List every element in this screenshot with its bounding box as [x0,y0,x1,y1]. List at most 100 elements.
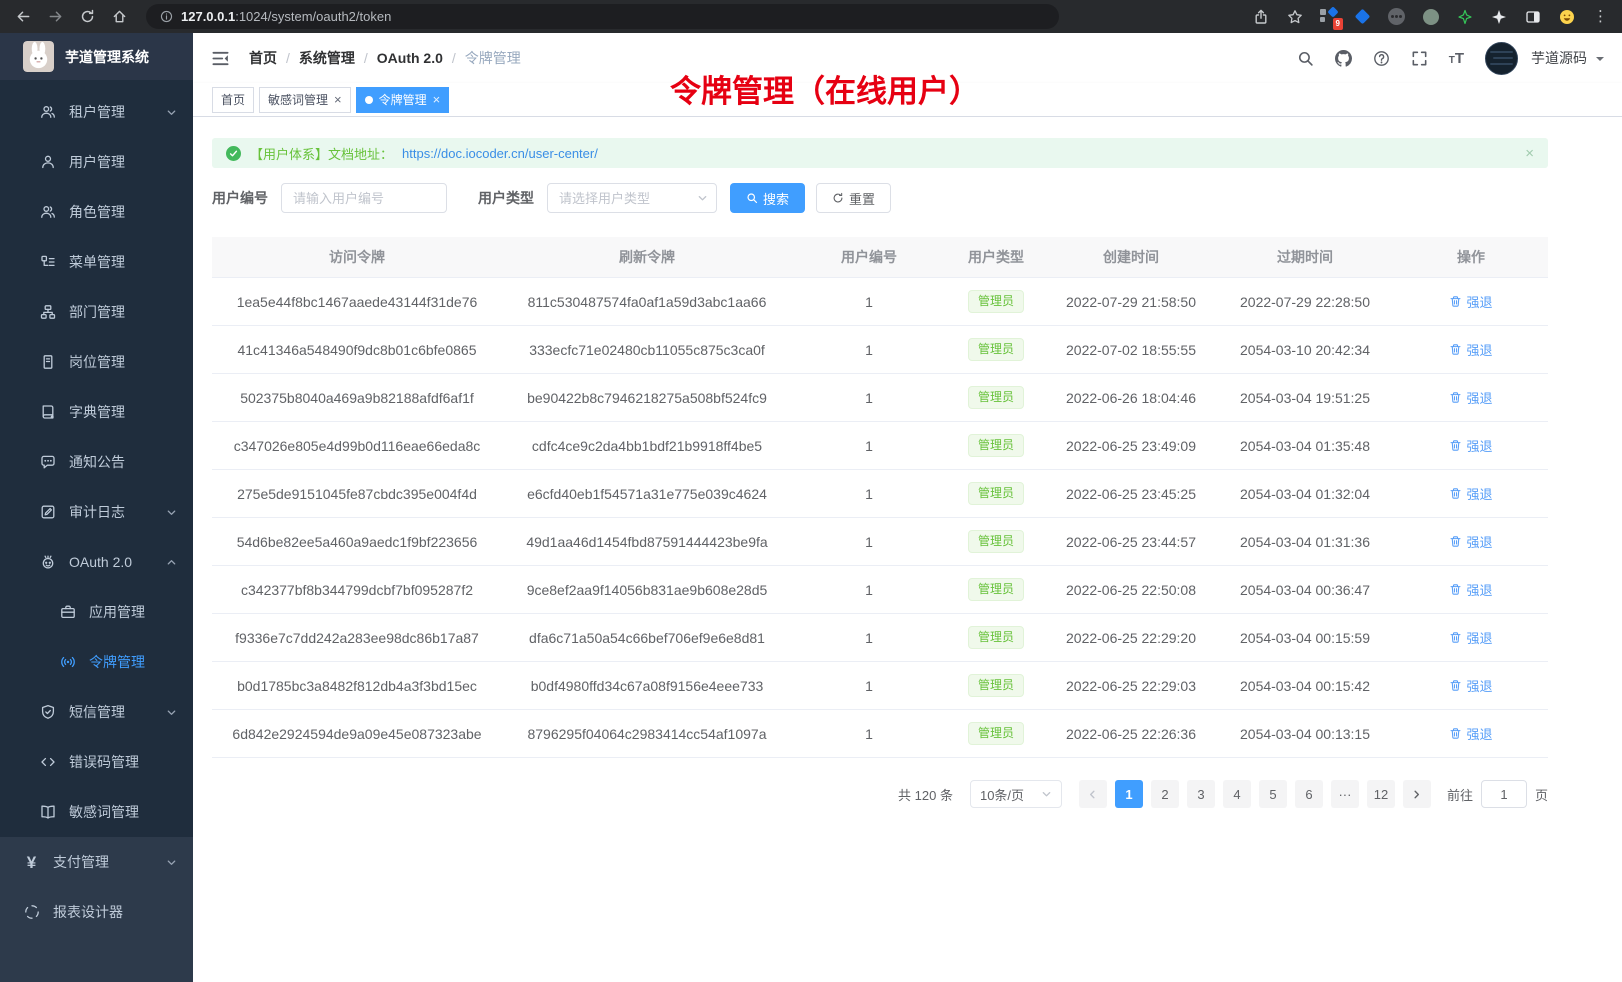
back-icon[interactable] [10,5,36,29]
roles-icon [39,204,56,221]
sidebar-item-敏感词管理[interactable]: 敏感词管理 [0,787,193,837]
address-bar[interactable]: 127.0.0.1:1024/system/oauth2/token [146,4,1059,29]
site-info-icon[interactable] [160,10,173,23]
side-panel-icon[interactable] [1523,7,1542,26]
sidebar-item-字典管理[interactable]: 字典管理 [0,387,193,437]
sensitive-word-icon [39,804,56,821]
search-icon[interactable] [1297,50,1314,67]
access-token-cell: 502375b8040a469a9b82188afdf6af1f [212,374,502,422]
fullscreen-icon[interactable] [1411,50,1428,67]
audit-log-icon [39,504,56,521]
home-icon[interactable] [106,5,132,29]
pay-yen-icon: ¥ [23,854,40,871]
breadcrumb-item[interactable]: 系统管理 [299,48,355,68]
page-button-3[interactable]: 3 [1187,780,1215,808]
extension-dark-circle-icon[interactable] [1387,7,1406,26]
goto-page-input[interactable] [1481,780,1527,808]
sidebar-item-label: 审计日志 [69,502,125,522]
force-logout-button[interactable]: 强退 [1449,436,1492,455]
extension-utools-icon[interactable]: 9 [1319,7,1338,26]
tab-close-icon[interactable]: × [334,93,342,106]
tab-敏感词管理[interactable]: 敏感词管理× [259,87,351,113]
user-menu-caret-icon[interactable] [1596,57,1604,65]
page-button-4[interactable]: 4 [1223,780,1251,808]
reload-icon[interactable] [74,5,100,29]
breadcrumb-item[interactable]: 首页 [249,48,277,68]
tab-首页[interactable]: 首页 [212,87,254,113]
user-id-input[interactable] [281,183,447,213]
force-logout-button[interactable]: 强退 [1449,580,1492,599]
access-token-cell: c342377bf8b344799dcbf7bf095287f2 [212,566,502,614]
oauth-robot-icon [39,554,56,571]
sidebar-item-短信管理[interactable]: 短信管理 [0,687,193,737]
font-size-icon[interactable]: TT [1449,51,1464,66]
tab-close-icon[interactable]: × [433,93,441,106]
sidebar-item-菜单管理[interactable]: 菜单管理 [0,237,193,287]
app-logo[interactable]: 芋道管理系统 [0,33,193,80]
page-button-6[interactable]: 6 [1295,780,1323,808]
pager-ellipsis[interactable]: ··· [1331,780,1359,808]
token-broadcast-icon [59,654,76,671]
sidebar-toggle-icon[interactable] [207,45,234,72]
share-icon[interactable] [1251,7,1270,26]
force-logout-button[interactable]: 强退 [1449,676,1492,695]
username[interactable]: 芋道源码 [1531,48,1587,68]
sidebar-item-label: 部门管理 [69,302,125,322]
sidebar-item-岗位管理[interactable]: 岗位管理 [0,337,193,387]
github-icon[interactable] [1335,50,1352,67]
extension-green-star-icon[interactable] [1455,7,1474,26]
sidebar-item-审计日志[interactable]: 审计日志 [0,487,193,537]
sidebar-item-label: 短信管理 [69,702,125,722]
doc-link[interactable]: https://doc.iocoder.cn/user-center/ [402,146,598,161]
breadcrumb-item[interactable]: OAuth 2.0 [377,50,443,66]
sidebar-item-OAuth 2.0[interactable]: OAuth 2.0 [0,537,193,587]
force-logout-button[interactable]: 强退 [1449,628,1492,647]
breadcrumb-separator: / [286,50,290,66]
alert-close-icon[interactable]: × [1525,146,1534,161]
force-logout-button[interactable]: 强退 [1449,532,1492,551]
sidebar-item-应用管理[interactable]: 应用管理 [0,587,193,637]
reset-button[interactable]: 重置 [816,183,891,213]
sidebar-item-支付管理[interactable]: ¥支付管理 [0,837,193,887]
force-logout-button[interactable]: 强退 [1449,724,1492,743]
sidebar-item-通知公告[interactable]: 通知公告 [0,437,193,487]
extension-pinwheel-icon[interactable] [1489,7,1508,26]
sidebar-item-令牌管理[interactable]: 令牌管理 [0,637,193,687]
tab-令牌管理[interactable]: 令牌管理× [356,87,450,113]
bookmark-star-icon[interactable] [1285,7,1304,26]
profile-emoji-avatar[interactable] [1557,7,1576,26]
next-page-button[interactable] [1403,780,1431,808]
page-button-5[interactable]: 5 [1259,780,1287,808]
help-icon[interactable] [1373,50,1390,67]
force-logout-label: 强退 [1466,436,1492,455]
user-type-select-input[interactable] [547,183,717,213]
sidebar-item-错误码管理[interactable]: 错误码管理 [0,737,193,787]
user-type-badge: 管理员 [968,434,1024,456]
force-logout-button[interactable]: 强退 [1449,340,1492,359]
page-size-select[interactable]: 10条/页 [970,780,1062,808]
page-button-2[interactable]: 2 [1151,780,1179,808]
page-button-12[interactable]: 12 [1367,780,1395,808]
sidebar-item-角色管理[interactable]: 角色管理 [0,187,193,237]
force-logout-button[interactable]: 强退 [1449,292,1492,311]
sidebar-item-租户管理[interactable]: 租户管理 [0,87,193,137]
forward-icon[interactable] [42,5,68,29]
sidebar-item-用户管理[interactable]: 用户管理 [0,137,193,187]
force-logout-button[interactable]: 强退 [1449,388,1492,407]
sidebar-menu-bottom: ¥支付管理报表设计器 [0,837,193,982]
user-id-cell: 1 [792,326,946,374]
expire-time-cell: 2054-03-04 01:31:36 [1216,518,1394,566]
extension-diamond-icon[interactable] [1353,7,1372,26]
sidebar-item-label: 租户管理 [69,102,125,122]
sidebar-item-部门管理[interactable]: 部门管理 [0,287,193,337]
user-avatar[interactable] [1485,42,1518,75]
browser-menu-icon[interactable]: ⋮ [1591,7,1610,26]
sidebar-item-报表设计器[interactable]: 报表设计器 [0,887,193,937]
prev-page-button[interactable] [1079,780,1107,808]
sidebar-item-label: 用户管理 [69,152,125,172]
force-logout-button[interactable]: 强退 [1449,484,1492,503]
search-button[interactable]: 搜索 [730,183,805,213]
user-type-select[interactable] [547,183,717,213]
extension-green-circle-icon[interactable] [1421,7,1440,26]
page-button-1[interactable]: 1 [1115,780,1143,808]
